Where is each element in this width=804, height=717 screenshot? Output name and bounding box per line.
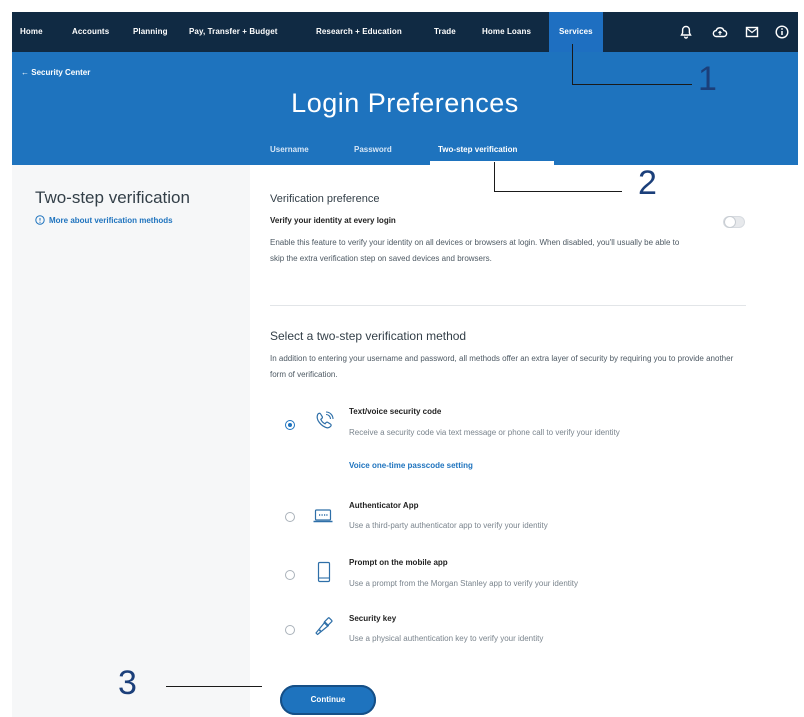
verify-every-login-label: Verify your identity at every login [270,216,396,225]
nav-planning[interactable]: Planning [133,12,168,52]
radio-authenticator-app[interactable] [285,512,295,522]
cloud-upload-icon[interactable] [712,24,728,40]
voice-passcode-setting-link[interactable]: Voice one-time passcode setting [349,461,473,470]
divider [270,305,746,306]
callout-2-line-vertical [494,162,495,191]
help-circle-icon [35,215,45,225]
callout-2-number: 2 [638,164,657,202]
callout-1-line-vertical [572,44,573,84]
nav-research-education[interactable]: Research + Education [316,12,402,52]
callout-1-line-horizontal [572,84,692,85]
tab-two-step-verification[interactable]: Two-step verification [438,145,517,154]
nav-trade[interactable]: Trade [434,12,456,52]
tab-password[interactable]: Password [354,145,392,154]
laptop-icon [312,505,334,527]
nav-pay-transfer-budget[interactable]: Pay, Transfer + Budget [189,12,278,52]
mail-icon[interactable] [744,24,760,40]
more-about-methods-label: More about verification methods [49,215,173,225]
more-about-methods-link[interactable]: More about verification methods [35,215,173,225]
toggle-knob [724,216,736,228]
option-mobile-prompt-title: Prompt on the mobile app [349,558,448,567]
callout-1-number: 1 [698,60,717,98]
nav-accounts[interactable]: Accounts [72,12,109,52]
callout-3-line [166,686,262,687]
info-icon[interactable] [774,24,790,40]
nav-services[interactable]: Services [549,12,603,52]
app-window: Home Accounts Planning Pay, Transfer + B… [12,12,798,717]
option-authenticator-description: Use a third-party authenticator app to v… [349,521,548,530]
security-key-icon [313,615,335,637]
continue-button[interactable]: Continue [280,685,376,715]
option-authenticator-title: Authenticator App [349,501,419,510]
callout-2-line-horizontal [494,191,622,192]
verify-every-login-description: Enable this feature to verify your ident… [270,238,680,263]
option-security-key-description: Use a physical authentication key to ver… [349,634,544,643]
nav-home-loans[interactable]: Home Loans [482,12,531,52]
phone-icon [313,410,335,432]
page-title: Login Preferences [291,88,519,118]
back-link[interactable]: ← Security Center [21,68,90,77]
method-section-description: In addition to entering your username an… [270,354,734,379]
main-content: Verification preference Verify your iden… [250,165,798,717]
back-link-label: Security Center [31,68,91,77]
radio-text-voice-code[interactable] [285,420,295,430]
verify-every-login-toggle[interactable] [723,216,745,228]
nav-home[interactable]: Home [20,12,43,52]
radio-mobile-prompt[interactable] [285,570,295,580]
top-navigation: Home Accounts Planning Pay, Transfer + B… [12,12,798,52]
mobile-icon [313,561,335,583]
section-title: Two-step verification [35,188,190,207]
verification-preference-heading: Verification preference [270,193,380,205]
option-security-key-title: Security key [349,614,397,623]
page-header: ← Security Center Login Preferences User… [12,52,798,165]
option-text-voice-description: Receive a security code via text message… [349,428,620,437]
option-text-voice-title: Text/voice security code [349,407,442,416]
tab-username[interactable]: Username [270,145,309,154]
bell-icon[interactable] [678,24,694,40]
radio-security-key[interactable] [285,625,295,635]
option-mobile-prompt-description: Use a prompt from the Morgan Stanley app… [349,579,578,588]
callout-3-number: 3 [118,664,137,702]
method-section-heading: Select a two-step verification method [270,329,467,343]
